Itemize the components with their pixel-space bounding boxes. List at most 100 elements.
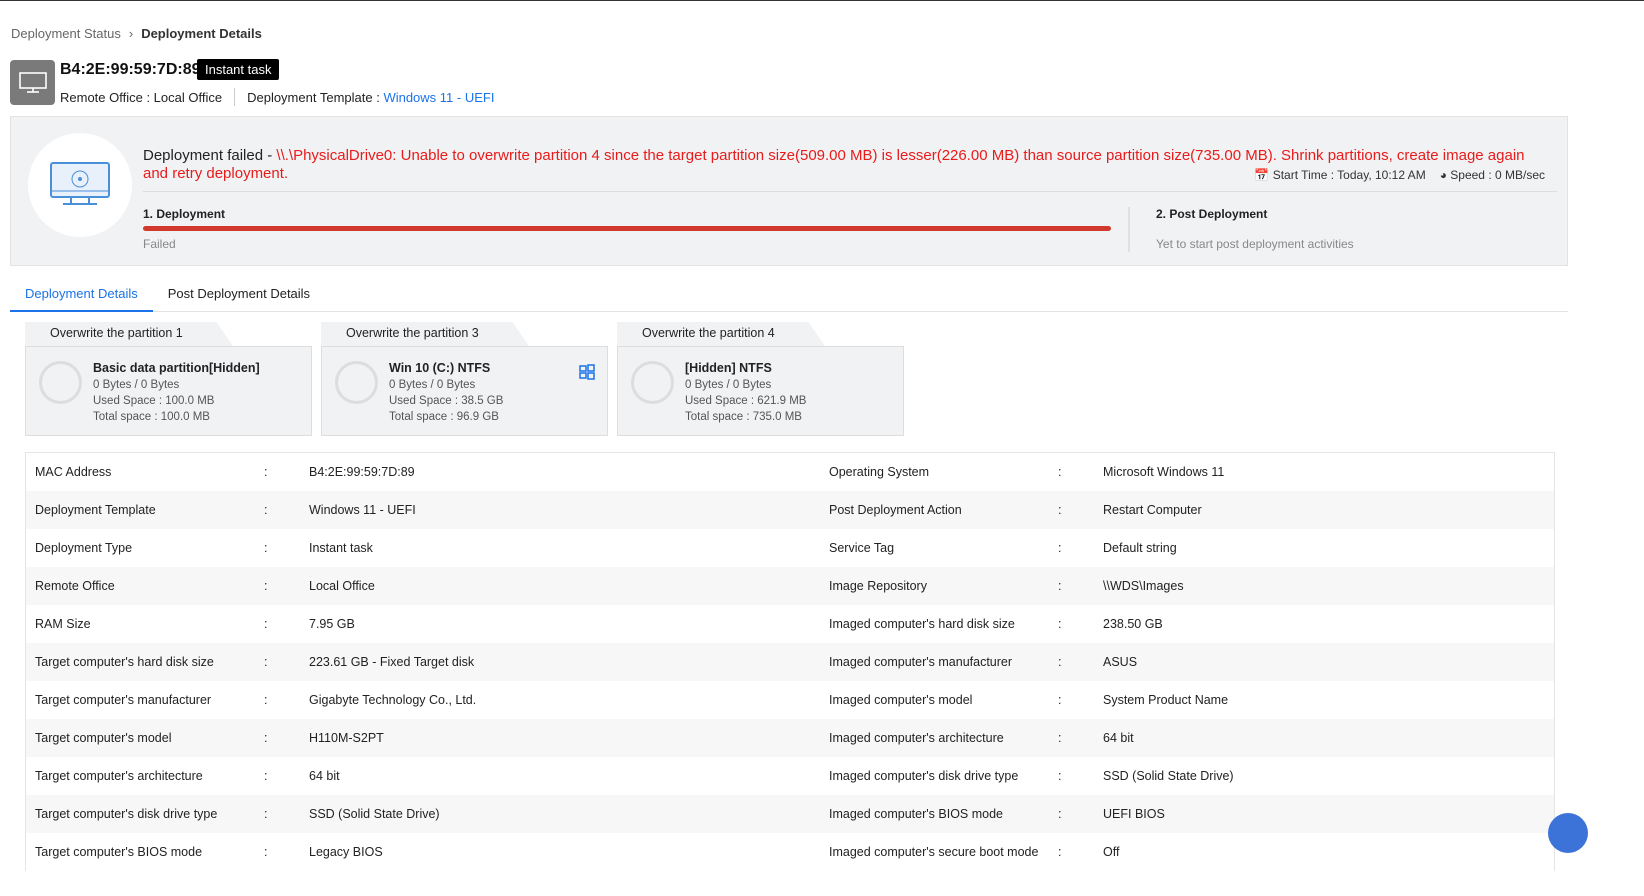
status-prefix: Deployment failed -: [143, 147, 277, 164]
detail-value: Windows 11 - UEFI: [309, 503, 416, 517]
detail-label: Operating System: [829, 465, 930, 479]
detail-colon: :: [1058, 693, 1062, 707]
step-post-deployment: 2. Post Deployment: [1156, 207, 1268, 221]
partition-card: Overwrite the partition 3 Win 10 (C:) NT…: [321, 322, 608, 436]
menu-fab-button[interactable]: [1548, 813, 1588, 853]
start-time: 📅 Start Time : Today, 10:12 AM: [1254, 168, 1426, 182]
detail-colon: :: [264, 655, 268, 669]
tab-bar: Deployment Details Post Deployment Detai…: [10, 281, 1568, 312]
partition-title: Overwrite the partition 1: [25, 322, 233, 346]
detail-row: MAC Address : B4:2E:99:59:7D:89 Operatin…: [26, 453, 1554, 491]
detail-label: Imaged computer's BIOS mode: [829, 807, 1003, 821]
detail-value: UEFI BIOS: [1103, 807, 1165, 821]
template-label: Deployment Template :: [247, 89, 380, 105]
step-deployment: 1. Deployment: [143, 207, 226, 221]
detail-value: 223.61 GB - Fixed Target disk: [309, 655, 475, 669]
detail-label: Deployment Type: [35, 541, 133, 555]
detail-colon: :: [1058, 655, 1062, 669]
status-panel: Deployment failed - \\.\PhysicalDrive0: …: [10, 116, 1568, 266]
detail-value: SSD (Solid State Drive): [309, 807, 440, 821]
progress-ring: [631, 361, 674, 404]
task-type-badge: Instant task: [197, 59, 280, 80]
detail-colon: :: [1058, 769, 1062, 783]
partition-total: Total space : 735.0 MB: [685, 411, 802, 423]
chevron-right-icon: ›: [128, 26, 134, 41]
template-link[interactable]: Windows 11 - UEFI: [383, 90, 494, 105]
partition-total: Total space : 96.9 GB: [389, 411, 499, 423]
detail-row: Target computer's BIOS mode : Legacy BIO…: [26, 833, 1554, 871]
detail-row: Target computer's manufacturer : Gigabyt…: [26, 681, 1554, 719]
detail-value: Local Office: [309, 579, 375, 593]
partition-used: Used Space : 38.5 GB: [389, 395, 504, 407]
detail-colon: :: [264, 769, 268, 783]
detail-label: Imaged computer's hard disk size: [829, 617, 1015, 631]
detail-colon: :: [264, 617, 268, 631]
detail-colon: :: [1058, 731, 1062, 745]
detail-value: Restart Computer: [1103, 503, 1202, 517]
detail-value: Gigabyte Technology Co., Ltd.: [309, 693, 477, 707]
partition-card: Overwrite the partition 4 [Hidden] NTFS …: [617, 322, 904, 436]
detail-colon: :: [1058, 807, 1062, 821]
detail-label: Post Deployment Action: [829, 503, 962, 517]
detail-label: MAC Address: [35, 465, 112, 479]
detail-colon: :: [264, 845, 268, 859]
progress-ring: [39, 361, 82, 404]
detail-colon: :: [1058, 503, 1062, 517]
detail-label: Target computer's BIOS mode: [35, 845, 203, 859]
partition-used: Used Space : 621.9 MB: [685, 395, 807, 407]
detail-colon: :: [264, 579, 268, 593]
computer-icon: [10, 60, 55, 105]
step-deployment-status: Failed: [143, 237, 176, 251]
detail-label: Imaged computer's architecture: [829, 731, 1004, 745]
partition-title: Overwrite the partition 4: [617, 322, 825, 346]
tab-deployment-details[interactable]: Deployment Details: [10, 281, 153, 312]
detail-row: RAM Size : 7.95 GB Imaged computer's har…: [26, 605, 1554, 643]
detail-colon: :: [1058, 465, 1062, 479]
partition-used: Used Space : 100.0 MB: [93, 395, 215, 407]
detail-label: RAM Size: [35, 617, 91, 631]
detail-colon: :: [1058, 541, 1062, 555]
detail-label: Imaged computer's model: [829, 693, 973, 707]
detail-value: Default string: [1103, 541, 1177, 555]
detail-value: Microsoft Windows 11: [1103, 465, 1225, 479]
detail-label: Target computer's hard disk size: [35, 655, 214, 669]
detail-colon: :: [1058, 617, 1062, 631]
detail-label: Imaged computer's secure boot mode: [829, 845, 1039, 859]
breadcrumb-current: Deployment Details: [141, 26, 262, 41]
detail-colon: :: [1058, 845, 1062, 859]
detail-label: Service Tag: [829, 541, 895, 555]
breadcrumb: Deployment Status › Deployment Details: [11, 26, 262, 41]
detail-row: Target computer's hard disk size : 223.6…: [26, 643, 1554, 681]
detail-label: Target computer's disk drive type: [35, 807, 218, 821]
detail-row: Deployment Template : Windows 11 - UEFI …: [26, 491, 1554, 529]
tab-post-deployment-details[interactable]: Post Deployment Details: [153, 281, 325, 312]
detail-row: Deployment Type : Instant task Service T…: [26, 529, 1554, 567]
detail-value: \\WDS\Images: [1103, 579, 1184, 593]
detail-colon: :: [264, 731, 268, 745]
partition-name: Basic data partition[Hidden]: [93, 361, 260, 375]
detail-colon: :: [1058, 579, 1062, 593]
detail-colon: :: [264, 503, 268, 517]
detail-colon: :: [264, 465, 268, 479]
partition-total: Total space : 100.0 MB: [93, 411, 210, 423]
detail-row: Target computer's disk drive type : SSD …: [26, 795, 1554, 833]
divider: [143, 191, 1557, 192]
windows-icon: [579, 364, 595, 383]
detail-value: System Product Name: [1103, 693, 1229, 707]
divider: [1128, 207, 1130, 252]
detail-label: Image Repository: [829, 579, 927, 593]
detail-label: Target computer's model: [35, 731, 172, 745]
partition-name: [Hidden] NTFS: [685, 361, 772, 375]
detail-value: H110M-S2PT: [309, 731, 384, 745]
detail-value: Instant task: [309, 541, 373, 555]
partition-name: Win 10 (C:) NTFS: [389, 361, 491, 375]
detail-colon: :: [264, 807, 268, 821]
speed: ◕ Speed : 0 MB/sec: [1439, 168, 1545, 182]
detail-value: SSD (Solid State Drive): [1103, 769, 1234, 783]
breadcrumb-parent[interactable]: Deployment Status: [11, 26, 121, 41]
details-table: MAC Address : B4:2E:99:59:7D:89 Operatin…: [25, 452, 1555, 871]
detail-row: Remote Office : Local Office Image Repos…: [26, 567, 1554, 605]
monitor-disc-icon: [28, 133, 132, 237]
speedometer-icon: ◕: [1439, 168, 1447, 182]
calendar-icon: 📅: [1254, 168, 1270, 182]
